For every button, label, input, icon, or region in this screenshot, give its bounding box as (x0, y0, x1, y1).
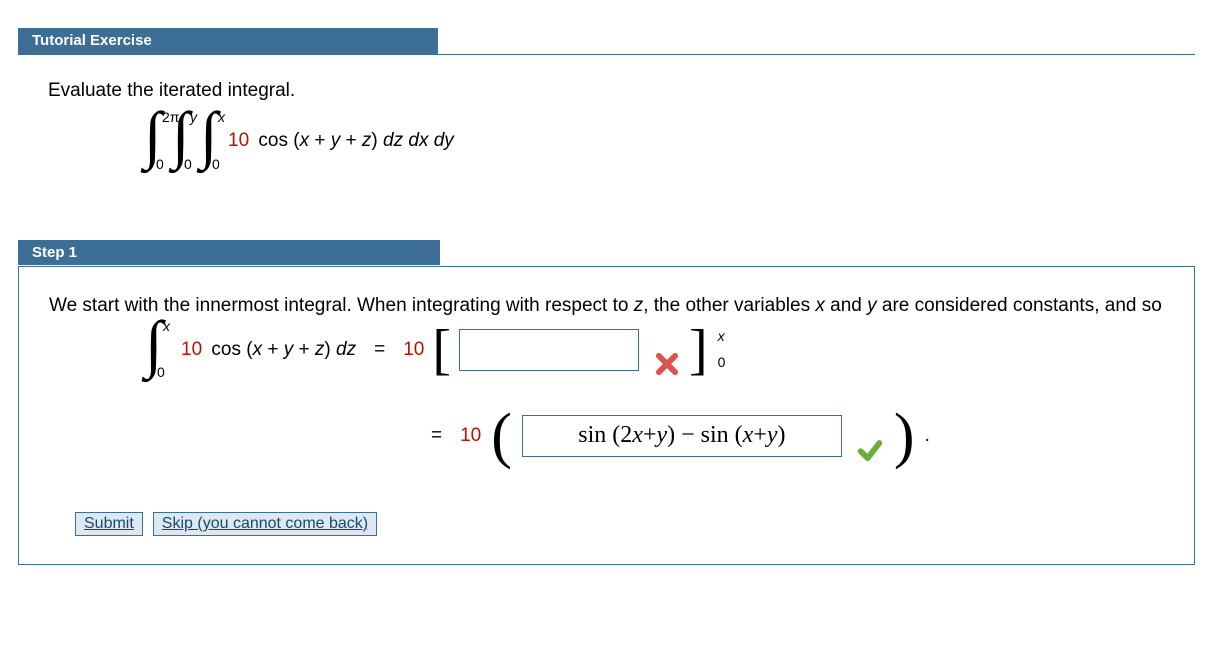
submit-button[interactable]: Submit (75, 512, 143, 536)
close-paren-icon: ) (892, 410, 917, 462)
answer-box-2[interactable]: sin (2x + y) − sin (x + y) (522, 415, 842, 457)
integral-sign-outer: ∫ 2π 0 (144, 113, 172, 169)
line1-rhs-coeff: 10 (403, 335, 424, 364)
line2-rhs-coeff: 10 (460, 421, 481, 450)
eval-upper: x (718, 326, 726, 348)
outer-lower: 0 (156, 154, 164, 174)
button-row: Submit Skip (you cannot come back) (49, 512, 1164, 536)
tutorial-integral: ∫ 2π 0 ∫ y 0 ∫ x 0 10 cos (x + y + z) dz… (144, 111, 1165, 171)
mid-upper: y (190, 107, 197, 127)
eval-lower: 0 (718, 352, 726, 374)
tutorial-integrand: 10 cos (x + y + z) dz dx dy (228, 127, 454, 155)
line1-integrand: 10 cos (x + y + z) dz (181, 335, 356, 364)
eval-limits: x 0 (718, 326, 726, 374)
line2-tail: . (925, 421, 930, 450)
tutorial-header-text: Tutorial Exercise (32, 32, 152, 49)
line1-upper: x (163, 316, 170, 338)
coeff-10: 10 (228, 130, 249, 151)
step-1-intro: We start with the innermost integral. Wh… (49, 291, 1164, 320)
inner-upper: x (218, 107, 225, 127)
close-bracket-icon: ] (689, 326, 708, 374)
integral-sign-middle: ∫ y 0 (172, 113, 200, 169)
step-1-label: Step 1 (32, 244, 77, 261)
step-line-1: ∫ x 0 10 cos (x + y + z) dz = 10 [ ] x (145, 320, 1164, 380)
tutorial-header-bar: Tutorial Exercise (18, 28, 1195, 55)
step-line-2: = 10 ( sin (2x + y) − sin (x + y) ) . (431, 406, 1164, 466)
tutorial-body: Evaluate the iterated integral. ∫ 2π 0 ∫… (18, 55, 1195, 221)
open-paren-icon: ( (489, 410, 514, 462)
integral-sign-line1: ∫ x 0 (145, 322, 173, 378)
line2-equals: = (431, 421, 442, 450)
tutorial-header-tab: Tutorial Exercise (18, 28, 438, 55)
check-mark-icon (856, 436, 884, 464)
open-bracket-icon: [ (432, 326, 451, 374)
wrong-mark-icon (653, 350, 681, 378)
line1-equals: = (374, 335, 385, 364)
step-1-tab: Step 1 (18, 240, 440, 265)
answer-box-1[interactable] (459, 329, 639, 371)
integral-sign-inner: ∫ x 0 (200, 113, 228, 169)
inner-lower: 0 (212, 154, 220, 174)
skip-button[interactable]: Skip (you cannot come back) (153, 512, 377, 536)
mid-lower: 0 (184, 154, 192, 174)
line1-lower: 0 (157, 362, 165, 384)
step-1-box: Step 1 We start with the innermost integ… (18, 266, 1195, 565)
